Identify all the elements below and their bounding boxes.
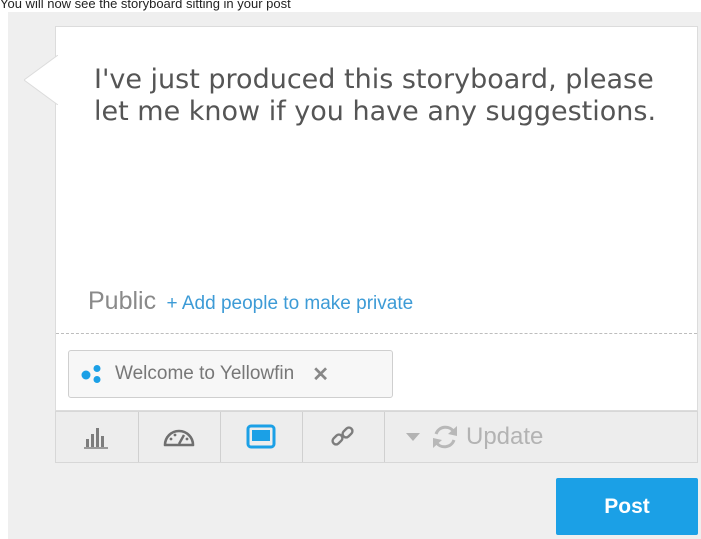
refresh-icon: [433, 425, 457, 449]
attachment-chip[interactable]: Welcome to Yellowfin ✕: [68, 350, 393, 398]
dashboard-gauge-button[interactable]: [138, 412, 221, 462]
visibility-label: Public: [88, 287, 157, 315]
divider: [56, 333, 697, 334]
update-label: Update: [466, 423, 544, 450]
attachment-label: Welcome to Yellowfin: [115, 363, 295, 384]
caption-text: You will now see the storyboard sitting …: [0, 0, 291, 11]
close-icon[interactable]: ✕: [312, 362, 329, 387]
link-icon: [331, 426, 354, 446]
attachment-toolbar: Update: [55, 411, 698, 463]
dashboard-gauge-icon: [163, 429, 195, 447]
storyboard-icon: [246, 424, 276, 449]
update-control[interactable]: Update: [406, 412, 543, 462]
caret-down-icon: [406, 433, 420, 441]
privacy-row: Public + Add people to make private: [88, 287, 413, 316]
storyboard-dots-icon: [81, 365, 101, 383]
post-button[interactable]: Post: [556, 478, 698, 535]
storyboard-button[interactable]: [220, 412, 303, 462]
speech-bubble-pointer: [24, 55, 58, 105]
report-chart-icon: [84, 428, 108, 449]
post-message-text[interactable]: I've just produced this storyboard, plea…: [94, 64, 674, 128]
link-button[interactable]: [302, 412, 385, 462]
report-chart-button[interactable]: [56, 412, 139, 462]
add-people-link[interactable]: + Add people to make private: [167, 293, 414, 314]
